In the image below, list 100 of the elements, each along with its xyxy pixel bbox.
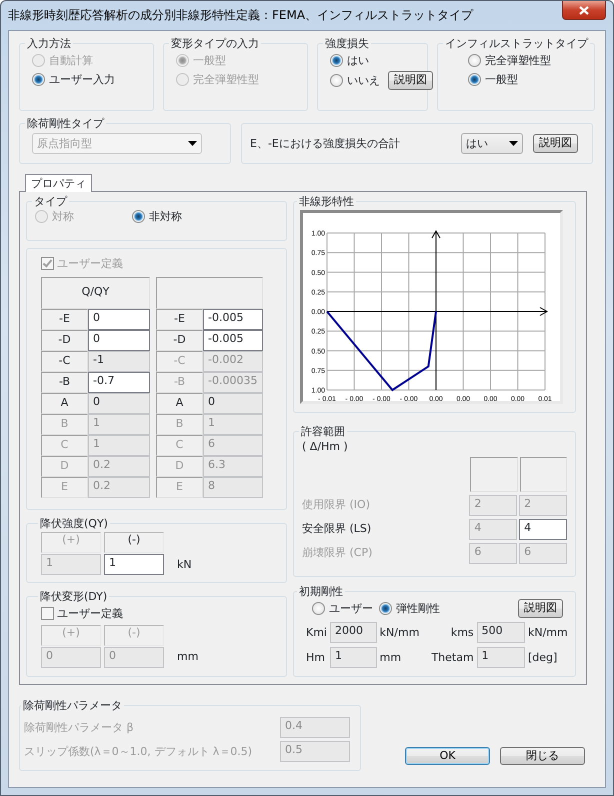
- value-field[interactable]: 1: [104, 554, 164, 576]
- value-field[interactable]: -1: [88, 351, 150, 372]
- row-label: C: [156, 435, 203, 456]
- field-label: スリップ係数(λ＝0～1.0, デフォルト λ＝0.5): [24, 745, 254, 758]
- group-label: 変形タイプの入力: [170, 37, 260, 50]
- caret-icon: [188, 141, 197, 146]
- radio-label: 自動計算: [49, 54, 93, 68]
- unit-label: kN/mm: [378, 626, 420, 639]
- row-label: B: [156, 414, 203, 436]
- close-icon: [579, 6, 589, 14]
- row-label: -E: [156, 309, 203, 330]
- radio-button[interactable]: [330, 54, 343, 68]
- column-header: [470, 456, 518, 492]
- column-header: (-): [104, 624, 164, 646]
- radio-button[interactable]: [132, 210, 145, 224]
- value-field[interactable]: 1: [330, 646, 377, 668]
- radio-label: 対称: [52, 210, 74, 224]
- field-label: E、-Eにおける強度損失の合計: [250, 136, 400, 150]
- row-label: 安全限界 (LS): [302, 522, 372, 536]
- field-label: kms: [450, 626, 475, 639]
- row-label: E: [41, 477, 88, 498]
- row-label: -E: [41, 309, 88, 330]
- row-label: B: [41, 414, 88, 436]
- unit-label: mm: [177, 650, 198, 664]
- close-button[interactable]: [562, 1, 606, 20]
- value-field[interactable]: 500: [476, 622, 525, 643]
- row-label: A: [156, 393, 203, 414]
- unit-label: [deg]: [527, 650, 558, 664]
- radio-label: ユーザー: [329, 602, 373, 616]
- group-label: 初期剛性: [298, 585, 344, 598]
- row-label: 使用限界 (IO): [302, 498, 371, 512]
- group-label: 降伏変形(DY): [39, 590, 108, 604]
- radio-button[interactable]: [312, 602, 325, 616]
- group-label: 非線形特性: [298, 195, 355, 208]
- row-label: 崩壊限界 (CP): [302, 546, 374, 560]
- row-label: -D: [156, 330, 203, 352]
- column-header: (+): [41, 624, 101, 646]
- caret-icon: [509, 141, 518, 146]
- row-label: -C: [156, 351, 203, 372]
- group-label: 除荷剛性パラメータ: [22, 699, 123, 712]
- checkbox[interactable]: ユーザー定義: [41, 607, 123, 621]
- column-header: [520, 456, 567, 492]
- row-label: C: [41, 435, 88, 456]
- value-field[interactable]: -0.005: [203, 330, 263, 352]
- radio-label: 弾性剛性: [396, 602, 440, 616]
- ok-button[interactable]: OK: [405, 746, 490, 766]
- column-header: (+): [41, 532, 101, 554]
- value-field[interactable]: -0.7: [88, 372, 150, 394]
- close-button[interactable]: 閉じる: [500, 746, 585, 766]
- group-label: 降伏強度(QY): [39, 517, 109, 530]
- radio-label: 完全弾塑性型: [485, 54, 551, 68]
- row-label: A: [41, 393, 88, 414]
- group-label: 入力方法: [26, 37, 72, 50]
- value-field[interactable]: 1: [476, 646, 525, 668]
- group-label: 強度損失: [324, 37, 370, 50]
- field-label: Thetam: [430, 650, 475, 664]
- value-field[interactable]: 4: [519, 518, 567, 540]
- column-header: (-): [104, 532, 164, 554]
- tab[interactable]: プロパティ: [25, 174, 92, 192]
- diagram-button[interactable]: 説明図: [533, 134, 578, 153]
- radio-label: いいえ: [347, 74, 380, 88]
- value-field[interactable]: -0.005: [203, 309, 263, 330]
- unit-label: mm: [378, 650, 402, 664]
- field-label: Hm: [305, 650, 326, 664]
- row-label: -B: [41, 372, 88, 394]
- radio-button[interactable]: [468, 73, 481, 86]
- unit-label: ( Δ/Hm ): [302, 440, 349, 454]
- row-label: -D: [41, 330, 88, 352]
- diagram-button[interactable]: 説明図: [388, 71, 433, 90]
- row-label: -C: [41, 351, 88, 372]
- value-field[interactable]: 2000: [330, 622, 377, 643]
- radio-label: はい: [347, 54, 369, 68]
- radio-button[interactable]: [468, 54, 481, 68]
- value-field[interactable]: 0: [88, 330, 150, 352]
- value-field[interactable]: 0: [88, 393, 150, 414]
- group-label: タイプ: [33, 195, 68, 208]
- group-label: 許容範囲: [300, 425, 346, 438]
- group-label: 除荷剛性タイプ: [26, 117, 106, 130]
- diagram-button[interactable]: 説明図: [518, 599, 563, 618]
- radio-button[interactable]: [379, 602, 392, 616]
- field-label: 除荷剛性パラメータ β: [24, 721, 135, 734]
- radio-label: ユーザー入力: [49, 73, 115, 87]
- radio-label: 一般型: [193, 54, 226, 68]
- radio-label: 非対称: [149, 210, 182, 224]
- column-header: Q/QY: [41, 277, 150, 310]
- row-label: -B: [156, 372, 203, 394]
- value-field[interactable]: 0: [88, 309, 150, 330]
- unit-label: kN/mm: [527, 626, 569, 639]
- row-label: E: [156, 477, 203, 498]
- dropdown[interactable]: はい: [461, 133, 523, 154]
- value-field[interactable]: 0: [203, 393, 263, 414]
- group-label: インフィルストラットタイプ: [444, 37, 590, 50]
- radio-label: 完全弾塑性型: [193, 73, 259, 87]
- row-label: D: [156, 456, 203, 478]
- row-label: D: [41, 456, 88, 478]
- radio-label: 一般型: [485, 73, 518, 87]
- radio-button[interactable]: [330, 74, 343, 88]
- field-label: Kmi: [305, 626, 328, 639]
- unit-label: kN: [177, 558, 192, 572]
- radio-button[interactable]: [32, 73, 45, 86]
